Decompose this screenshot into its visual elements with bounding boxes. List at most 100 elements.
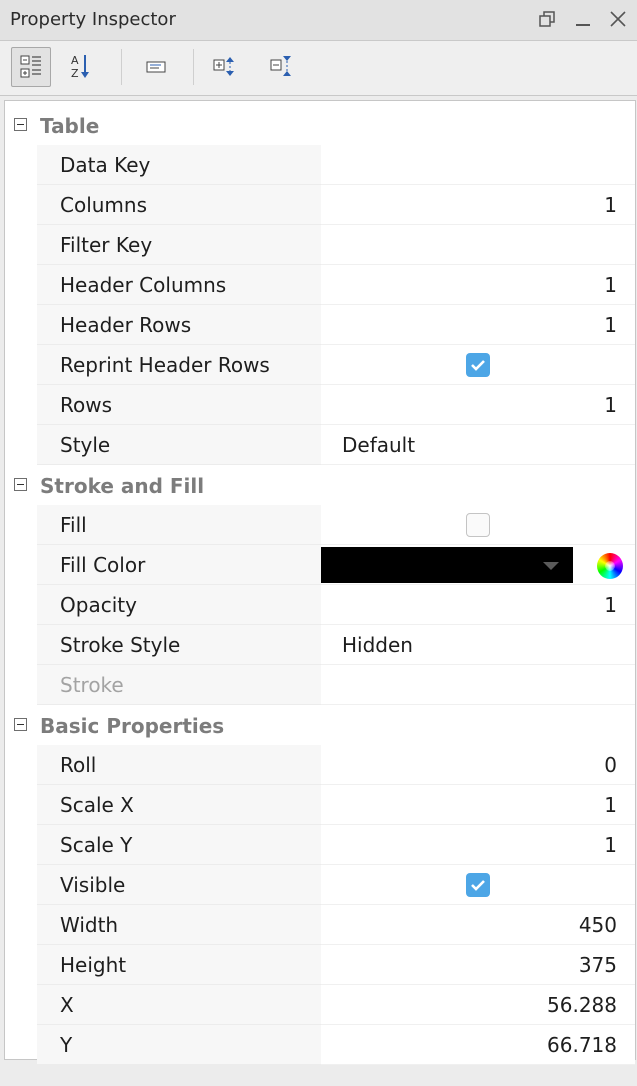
scale-y-value[interactable]: 1 (321, 825, 635, 865)
toolbar-separator (193, 49, 194, 85)
categorized-view-button[interactable] (11, 47, 51, 87)
property-row-x[interactable]: X 56.288 (5, 985, 635, 1025)
alphabetical-sort-button[interactable]: A Z (62, 47, 102, 87)
property-name-cell: X (37, 985, 321, 1025)
description-toggle-button[interactable] (139, 47, 179, 87)
property-row-scale-y[interactable]: Scale Y 1 (5, 825, 635, 865)
restore-icon[interactable] (536, 8, 558, 30)
category-label: Table (40, 114, 100, 138)
property-name-cell: Header Rows (37, 305, 321, 345)
property-name-cell: Columns (37, 185, 321, 225)
property-name: Reprint Header Rows (60, 353, 270, 377)
property-row-y[interactable]: Y 66.718 (5, 1025, 635, 1065)
visible-checkbox[interactable] (466, 873, 490, 897)
collapse-all-button[interactable] (263, 47, 303, 87)
property-row-header-rows[interactable]: Header Rows 1 (5, 305, 635, 345)
stroke-value (321, 665, 635, 705)
property-name: X (60, 993, 74, 1017)
style-value[interactable]: Default (321, 425, 635, 465)
property-name: Y (60, 1033, 73, 1057)
checkmark-icon (471, 360, 485, 371)
data-key-value[interactable] (321, 145, 635, 185)
rows-value[interactable]: 1 (321, 385, 635, 425)
x-value[interactable]: 56.288 (321, 985, 635, 1025)
description-panel-icon (146, 61, 166, 73)
category-row-basic-properties[interactable]: Basic Properties (5, 705, 635, 745)
property-name-cell: Data Key (37, 145, 321, 185)
property-name: Fill Color (60, 553, 146, 577)
property-value: 375 (578, 953, 617, 977)
property-value: 1 (604, 593, 617, 617)
property-row-columns[interactable]: Columns 1 (5, 185, 635, 225)
property-name: Height (60, 953, 127, 977)
color-wheel-icon[interactable] (597, 553, 623, 579)
panel-title: Property Inspector (10, 9, 176, 30)
property-name-cell: Filter Key (37, 225, 321, 265)
property-row-visible[interactable]: Visible (5, 865, 635, 905)
category-row-stroke-and-fill[interactable]: Stroke and Fill (5, 465, 635, 505)
height-value[interactable]: 375 (321, 945, 635, 985)
property-name: Columns (60, 193, 148, 217)
property-value: 1 (604, 833, 617, 857)
property-name: Rows (60, 393, 113, 417)
property-row-filter-key[interactable]: Filter Key (5, 225, 635, 265)
property-row-stroke: Stroke (5, 665, 635, 705)
svg-text:A: A (71, 54, 79, 67)
scale-x-value[interactable]: 1 (321, 785, 635, 825)
property-row-opacity[interactable]: Opacity 1 (5, 585, 635, 625)
category-row-table[interactable]: Table (5, 105, 635, 145)
property-name-cell: Y (37, 1025, 321, 1065)
collapse-icon[interactable] (14, 118, 27, 131)
toolbar: A Z (0, 41, 637, 96)
y-value[interactable]: 66.718 (321, 1025, 635, 1065)
property-name: Filter Key (60, 233, 153, 257)
collapse-icon[interactable] (14, 478, 27, 491)
property-row-height[interactable]: Height 375 (5, 945, 635, 985)
expand-all-button[interactable] (206, 47, 246, 87)
property-value: 1 (604, 313, 617, 337)
property-name-cell: Width (37, 905, 321, 945)
header-columns-value[interactable]: 1 (321, 265, 635, 305)
expand-all-icon (213, 57, 234, 76)
stroke-style-value[interactable]: Hidden (321, 625, 635, 665)
property-grid: Table Data Key Columns 1 Filter Key Head… (4, 100, 636, 1065)
chevron-down-icon[interactable] (543, 562, 559, 570)
property-value: 0 (604, 753, 617, 777)
property-name: Scale Y (60, 833, 133, 857)
roll-value[interactable]: 0 (321, 745, 635, 785)
filter-key-value[interactable] (321, 225, 635, 265)
property-row-fill-color[interactable]: Fill Color (5, 545, 635, 585)
header-rows-value[interactable]: 1 (321, 305, 635, 345)
property-name-cell: Reprint Header Rows (37, 345, 321, 385)
collapse-icon[interactable] (14, 718, 27, 731)
property-name: Stroke Style (60, 633, 181, 657)
reprint-header-rows-checkbox[interactable] (466, 353, 490, 377)
sort-az-icon: A Z (71, 54, 89, 80)
collapse-all-icon (270, 56, 291, 76)
property-row-rows[interactable]: Rows 1 (5, 385, 635, 425)
fill-color-swatch-dropdown[interactable] (321, 547, 573, 583)
toolbar-separator (121, 49, 122, 85)
columns-value[interactable]: 1 (321, 185, 635, 225)
property-row-header-columns[interactable]: Header Columns 1 (5, 265, 635, 305)
property-value: 1 (604, 193, 617, 217)
property-row-fill[interactable]: Fill (5, 505, 635, 545)
property-row-stroke-style[interactable]: Stroke Style Hidden (5, 625, 635, 665)
property-row-roll[interactable]: Roll 0 (5, 745, 635, 785)
property-value: Default (342, 433, 416, 457)
property-name-cell: Fill (37, 505, 321, 545)
title-bar: Property Inspector (0, 0, 637, 41)
property-row-scale-x[interactable]: Scale X 1 (5, 785, 635, 825)
property-name: Opacity (60, 593, 137, 617)
property-name: Stroke (60, 673, 124, 697)
minimize-icon[interactable] (572, 8, 594, 30)
property-name-cell: Visible (37, 865, 321, 905)
property-row-data-key[interactable]: Data Key (5, 145, 635, 185)
width-value[interactable]: 450 (321, 905, 635, 945)
property-row-style[interactable]: Style Default (5, 425, 635, 465)
opacity-value[interactable]: 1 (321, 585, 635, 625)
fill-checkbox[interactable] (466, 513, 490, 537)
close-icon[interactable] (607, 8, 629, 30)
property-row-width[interactable]: Width 450 (5, 905, 635, 945)
property-row-reprint-header-rows[interactable]: Reprint Header Rows (5, 345, 635, 385)
